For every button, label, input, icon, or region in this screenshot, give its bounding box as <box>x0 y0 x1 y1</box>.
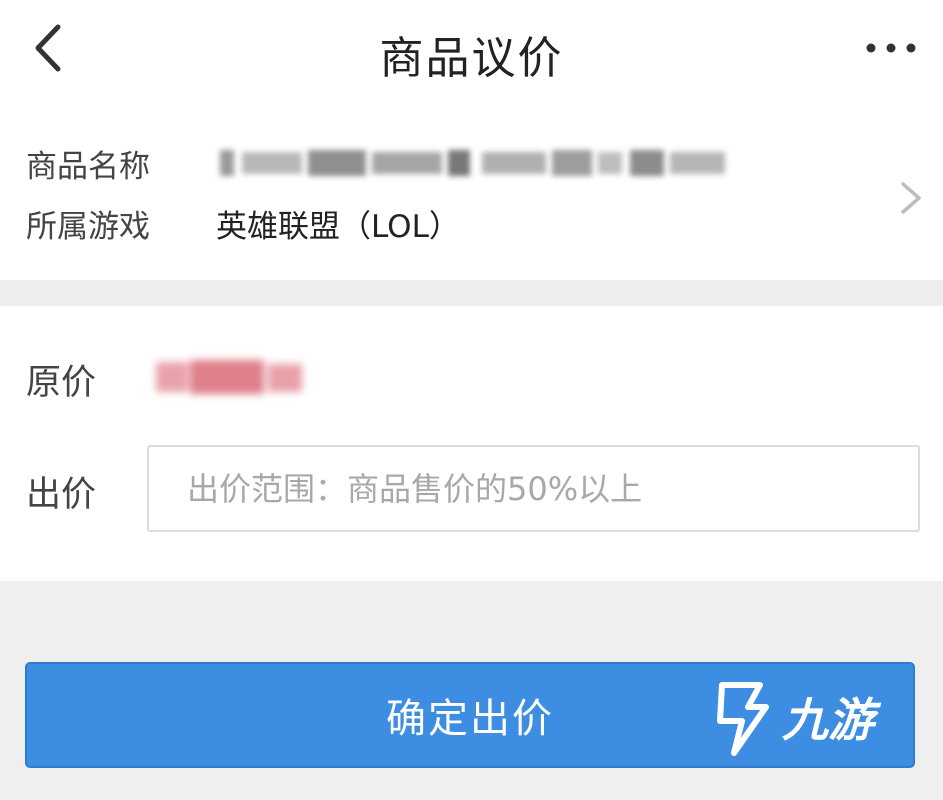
product-name-redacted <box>220 144 725 180</box>
page-title: 商品议价 <box>379 33 564 84</box>
product-info-card[interactable]: 商品名称 所属游戏 英雄联盟（LOL） <box>0 100 943 280</box>
nav-bar: 商品议价 <box>0 0 943 100</box>
original-price-label: 原价 <box>26 363 97 403</box>
more-button[interactable] <box>863 30 919 66</box>
game-value: 英雄联盟（LOL） <box>216 208 460 245</box>
chevron-right-icon <box>901 182 921 214</box>
bid-label: 出价 <box>26 475 97 515</box>
more-horizontal-icon <box>866 43 916 53</box>
pricing-card: 原价 出价 <box>0 306 943 581</box>
confirm-bid-button[interactable]: 确定出价 <box>25 662 915 768</box>
game-label: 所属游戏 <box>26 208 150 245</box>
product-name-label: 商品名称 <box>26 148 150 185</box>
original-price-redacted <box>150 356 310 398</box>
bid-input[interactable] <box>147 445 920 532</box>
product-name-row: 商品名称 <box>26 138 216 188</box>
game-row: 所属游戏 英雄联盟（LOL） <box>26 198 460 248</box>
section-divider <box>0 280 943 306</box>
